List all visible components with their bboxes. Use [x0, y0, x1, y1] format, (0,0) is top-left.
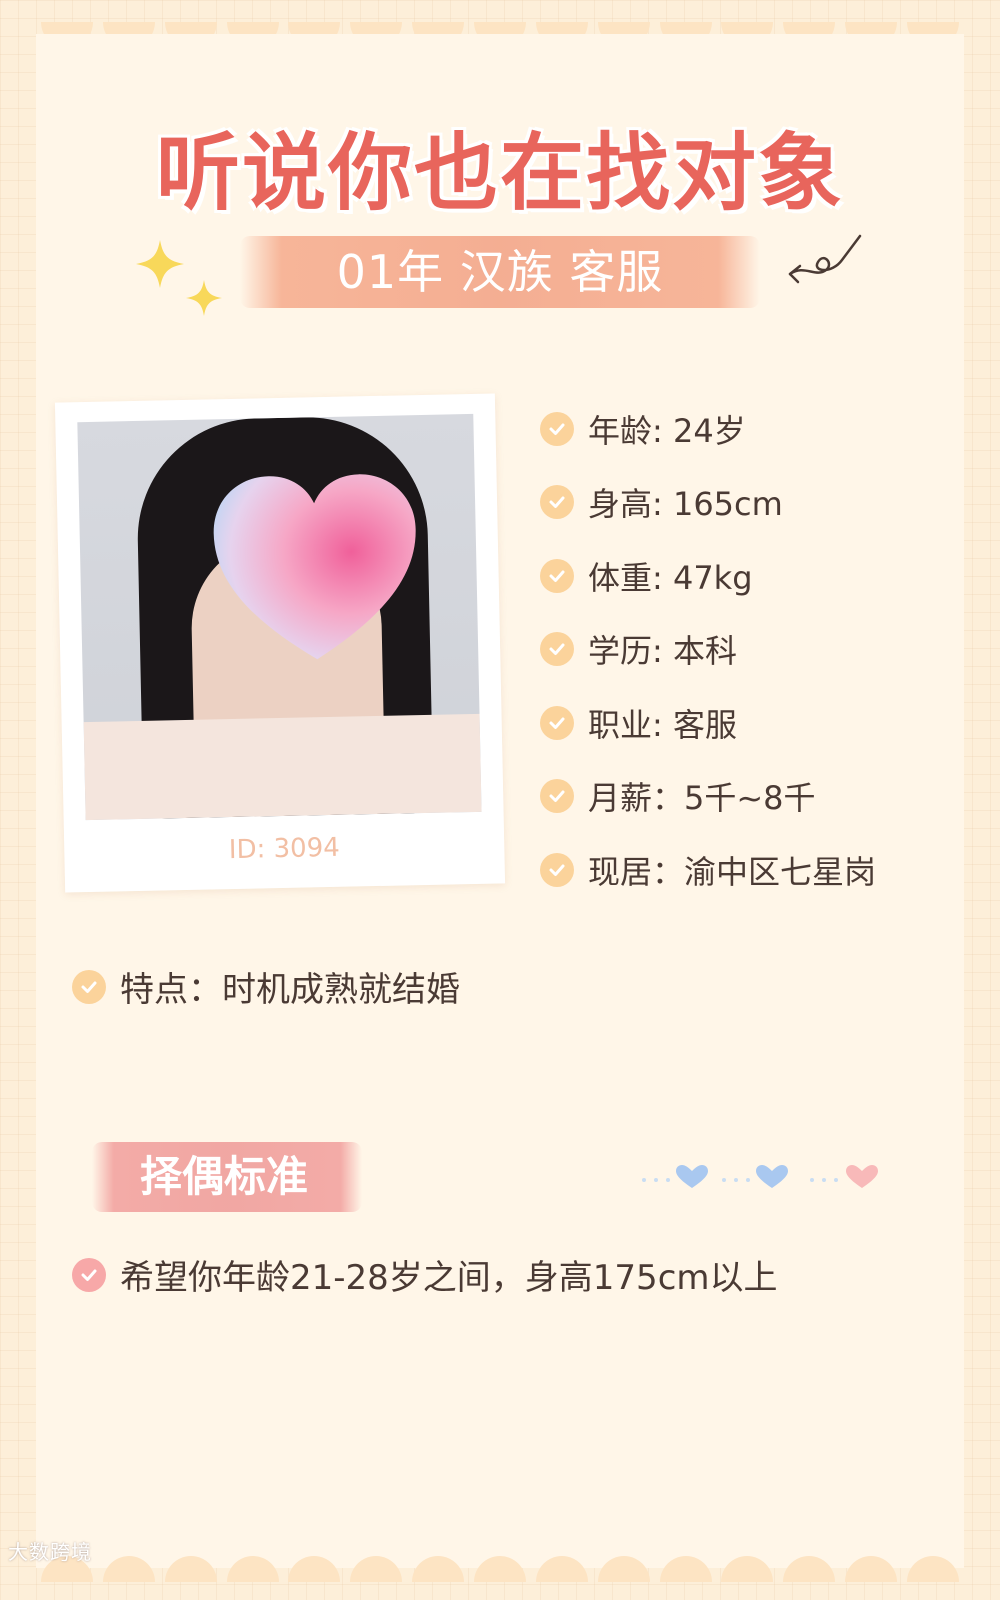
check-icon: [72, 1257, 106, 1292]
info-education: 学历: 本科: [540, 613, 876, 687]
info-education-text: 学历: 本科: [588, 632, 737, 671]
info-height-text: 身高: 165cm: [588, 485, 783, 524]
page-title: 听说你也在找对象: [155, 124, 844, 222]
subtitle-text: 01年 汉族 客服: [336, 245, 664, 299]
check-icon: [540, 558, 574, 593]
check-icon: [540, 485, 574, 520]
info-salary-text: 月薪：5千~8千: [588, 779, 816, 818]
check-icon: [540, 705, 574, 740]
profile-id: ID: 3094: [228, 832, 341, 866]
doodle-arrow-icon: [788, 234, 862, 284]
bottom-scallop-border: [36, 1546, 964, 1582]
subtitle-banner: 01年 汉族 客服: [240, 236, 760, 308]
info-residence: 现居：渝中区七星岗: [540, 833, 876, 907]
info-height: 身高: 165cm: [540, 466, 876, 540]
info-weight: 体重: 47kg: [540, 539, 876, 613]
info-weight-text: 体重: 47kg: [588, 558, 753, 597]
info-age: 年龄: 24岁: [540, 392, 876, 466]
info-salary: 月薪：5千~8千: [540, 760, 876, 834]
info-occupation: 职业: 客服: [540, 686, 876, 760]
check-icon: [540, 779, 574, 814]
criteria-section-tag: 择偶标准: [92, 1142, 362, 1212]
feature-line: 特点：时机成熟就结婚: [72, 962, 460, 1011]
heart-icon: [213, 474, 416, 660]
check-icon: [72, 969, 106, 1004]
criteria-line: 希望你年龄21-28岁之间，身高175cm以上: [72, 1250, 778, 1299]
sparkle-icon: [136, 240, 222, 316]
criteria-text: 希望你年龄21-28岁之间，身高175cm以上: [120, 1258, 778, 1298]
info-residence-text: 现居：渝中区七星岗: [588, 852, 877, 891]
watermark: 大数跨境: [8, 1540, 92, 1564]
criteria-section-label: 择偶标准: [140, 1152, 309, 1201]
hearts-decoration-icon: [642, 1165, 878, 1188]
check-icon: [540, 632, 574, 667]
info-age-text: 年龄: 24岁: [588, 411, 746, 450]
info-occupation-text: 职业: 客服: [588, 705, 737, 744]
feature-text: 特点：时机成熟就结婚: [120, 970, 460, 1010]
polaroid-frame: ID: 3094: [54, 393, 506, 893]
check-icon: [540, 411, 574, 446]
profile-info-list: 年龄: 24岁 身高: 165cm 体重: 47kg 学历: 本科 职业: 客服…: [540, 392, 876, 907]
check-icon: [540, 852, 574, 887]
profile-photo: [77, 413, 482, 821]
